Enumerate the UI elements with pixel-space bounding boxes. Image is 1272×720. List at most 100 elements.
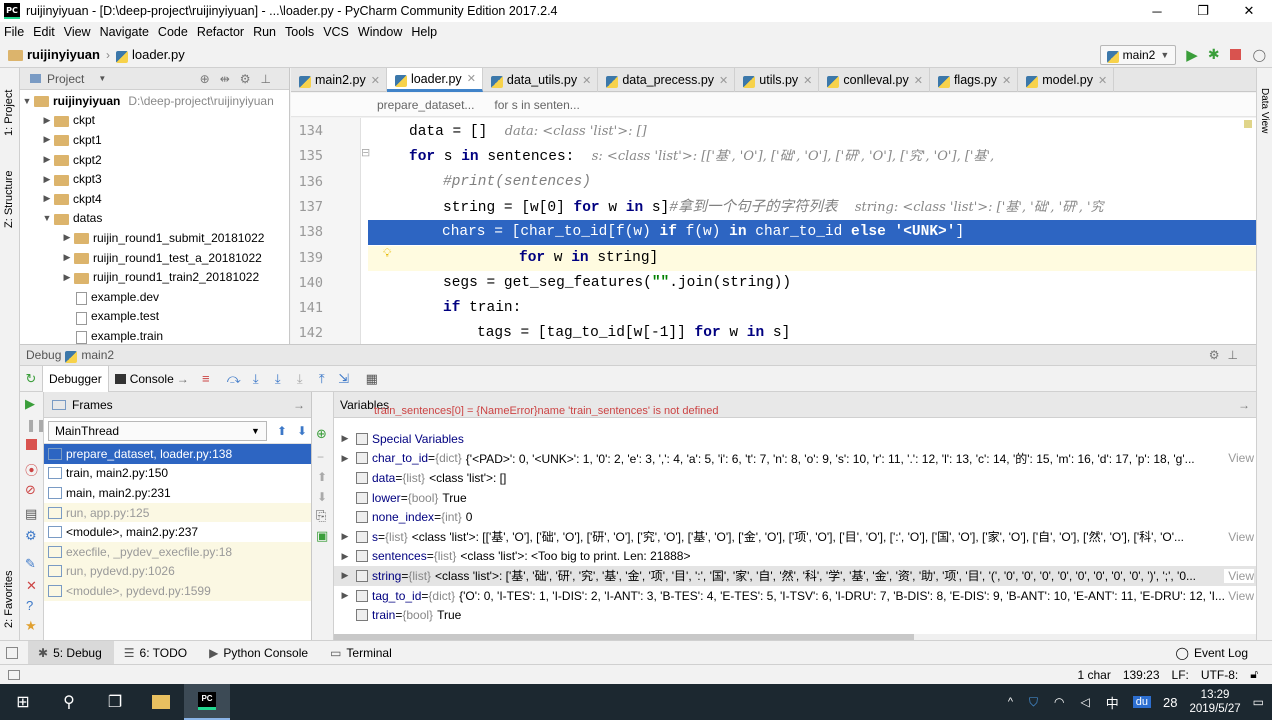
tool-tab[interactable]: ☰ 6: TODO xyxy=(114,641,199,665)
collapsed-arrow-icon[interactable]: ▶ xyxy=(334,570,356,581)
tree-item[interactable]: ▶ ckpt1 xyxy=(20,130,289,150)
help-icon[interactable]: ? xyxy=(26,598,33,613)
show-watches-icon[interactable]: ▣ xyxy=(316,528,328,544)
view-link[interactable]: View xyxy=(1224,451,1254,466)
tree-item[interactable]: ▶ ckpt4 xyxy=(20,189,289,209)
frame-up-icon[interactable]: ⬆ xyxy=(277,424,287,438)
stop-icon[interactable] xyxy=(26,439,37,450)
variable-row[interactable]: none_index = {int} 0 xyxy=(334,507,1256,527)
status-toggle-icon[interactable] xyxy=(8,669,20,680)
pycharm-taskbar-icon[interactable]: PC xyxy=(184,684,230,720)
editor-tab[interactable]: conlleval.py ✕ xyxy=(819,68,930,92)
stop-icon[interactable] xyxy=(1229,49,1241,60)
variable-row[interactable]: ▶ char_to_id = {dict} {'<PAD>': 0, '<UNK>'… xyxy=(334,449,1256,469)
frame-row[interactable]: run, pydevd.py:1026 xyxy=(44,561,311,582)
tab-debugger[interactable]: Debugger xyxy=(42,365,109,392)
view-link[interactable]: View xyxy=(1224,588,1254,603)
tree-item[interactable]: example.dev xyxy=(20,287,289,307)
rerun-icon[interactable]: ↻ xyxy=(20,368,42,390)
new-watch-icon[interactable]: ⊕ xyxy=(316,426,327,442)
frame-row[interactable]: <module>, main2.py:237 xyxy=(44,522,311,542)
editor-tab[interactable]: loader.py ✕ xyxy=(386,68,483,92)
frame-row[interactable]: run, app.py:125 xyxy=(44,502,311,523)
event-log-button[interactable]: ◯ Event Log xyxy=(1176,646,1248,660)
variable-row[interactable]: data = {list} <class 'list'>: [] xyxy=(334,468,1256,488)
menu-navigate[interactable]: Navigate xyxy=(100,25,149,39)
favorites-tool-tab[interactable]: 2: Favorites xyxy=(3,558,15,628)
variable-row[interactable]: ▶ Special Variables xyxy=(334,429,1256,449)
network-icon[interactable]: ◠ xyxy=(1054,695,1064,709)
close-icon[interactable]: ✕ xyxy=(26,578,37,594)
tree-item[interactable]: ▶ ruijin_round1_test_a_20181022 xyxy=(20,248,289,268)
close-tab-icon[interactable]: ✕ xyxy=(1098,74,1107,87)
resume-icon[interactable]: ▶ xyxy=(25,396,35,412)
pin-arrow-icon[interactable]: → xyxy=(1238,398,1250,412)
menu-vcs[interactable]: VCS xyxy=(323,25,349,39)
view-link[interactable]: View xyxy=(1224,529,1254,544)
collapsed-arrow-icon[interactable]: ▶ xyxy=(334,531,356,542)
menu-refactor[interactable]: Refactor xyxy=(197,25,244,39)
tree-item[interactable]: example.train xyxy=(20,326,289,346)
frame-row[interactable]: execfile, _pydev_execfile.py:18 xyxy=(44,541,311,562)
code-line[interactable]: for s in sentences: s: <class 'list'>: [… xyxy=(369,144,1249,169)
task-view-icon[interactable]: ❐ xyxy=(92,684,138,720)
debug-config-name[interactable]: main2 xyxy=(81,348,114,362)
collapsed-arrow-icon[interactable]: ▶ xyxy=(334,433,356,444)
code-line[interactable]: if train: xyxy=(369,296,1249,321)
editor-tab[interactable]: main2.py ✕ xyxy=(291,68,387,92)
tool-windows-icon[interactable] xyxy=(6,646,18,659)
tree-item[interactable]: ▼ datas xyxy=(20,209,289,229)
security-shield-icon[interactable]: ⛉ xyxy=(1029,695,1038,710)
close-tab-icon[interactable]: ✕ xyxy=(803,74,812,87)
tool-tab[interactable]: ▶ Python Console xyxy=(199,641,320,665)
collapsed-arrow-icon[interactable]: ▶ xyxy=(334,590,356,601)
editor-tab[interactable]: utils.py ✕ xyxy=(735,68,820,92)
search-everywhere-icon[interactable]: ◯ xyxy=(1253,48,1266,62)
step-out-icon[interactable]: ⤒ xyxy=(311,368,333,390)
variable-row[interactable]: ▶ sentences = {list} <class 'list'>: <Too … xyxy=(334,547,1256,567)
nav-project[interactable]: ruijinyiyuan xyxy=(27,47,100,62)
menu-tools[interactable]: Tools xyxy=(285,25,314,39)
collapsed-arrow-icon[interactable]: ▶ xyxy=(334,453,356,464)
action-center-icon[interactable]: ▭ xyxy=(1253,695,1264,709)
maximize-button[interactable]: ❐ xyxy=(1180,0,1226,22)
project-panel-title[interactable]: Project xyxy=(47,72,84,86)
mute-breakpoints-icon[interactable]: ⊘ xyxy=(25,482,36,498)
ime-indicator[interactable]: 中 xyxy=(1106,693,1119,712)
thread-selector[interactable]: MainThread ▼ xyxy=(48,420,267,441)
code-line[interactable]: data = [] data: <class 'list'>: [] xyxy=(369,119,1249,144)
code-line[interactable]: #print(sentences) xyxy=(369,170,1249,195)
menu-code[interactable]: Code xyxy=(158,25,188,39)
tree-root[interactable]: ▼ ruijinyiyuan D:\deep-project\ruijinyiy… xyxy=(20,91,289,111)
view-breakpoints-icon[interactable]: ⦿ xyxy=(25,460,38,479)
windows-start-icon[interactable]: ⊞ xyxy=(0,684,46,720)
pin-arrow-icon[interactable]: → xyxy=(293,398,305,412)
run-icon[interactable]: ▶ xyxy=(1186,46,1198,64)
run-to-cursor-icon[interactable]: ⇲ xyxy=(333,368,355,390)
favorites-star-icon[interactable]: ★ xyxy=(25,618,37,634)
menu-help[interactable]: Help xyxy=(411,25,437,39)
tree-item[interactable]: ▶ ckpt xyxy=(20,111,289,131)
data-view-tool-tab[interactable]: Data View xyxy=(1259,88,1270,158)
panel-settings-icons[interactable]: ⚙⊥ xyxy=(1209,348,1246,362)
tree-item[interactable]: ▶ ckpt3 xyxy=(20,169,289,189)
code-line[interactable]: segs = get_seg_features("".join(string)) xyxy=(369,271,1249,296)
breadcrumb-function[interactable]: prepare_dataset... xyxy=(377,98,474,112)
run-config-selector[interactable]: main2 ▼ xyxy=(1099,44,1177,65)
step-into-icon[interactable]: ⤓ xyxy=(245,368,267,390)
step-over-icon[interactable]: ⤼ xyxy=(223,368,245,390)
minimize-button[interactable]: ─ xyxy=(1134,0,1180,22)
breadcrumb-loop[interactable]: for s in senten... xyxy=(494,98,579,112)
close-tab-icon[interactable]: ✕ xyxy=(467,72,476,85)
close-tab-icon[interactable]: ✕ xyxy=(914,74,923,87)
tool-tab[interactable]: ▭ Terminal xyxy=(320,641,404,665)
menu-edit[interactable]: Edit xyxy=(33,25,55,39)
close-tab-icon[interactable]: ✕ xyxy=(371,74,380,87)
search-icon[interactable]: ⚲ xyxy=(46,684,92,720)
code-line[interactable]: for w in string] xyxy=(368,245,1256,271)
status-encoding[interactable]: UTF-8: xyxy=(1201,668,1238,682)
variable-row[interactable]: train = {bool} True xyxy=(334,605,1256,625)
tree-item[interactable]: ▶ ckpt2 xyxy=(20,150,289,170)
status-line-separator[interactable]: LF: xyxy=(1172,668,1189,682)
frame-row[interactable]: prepare_dataset, loader.py:138 xyxy=(44,444,311,464)
